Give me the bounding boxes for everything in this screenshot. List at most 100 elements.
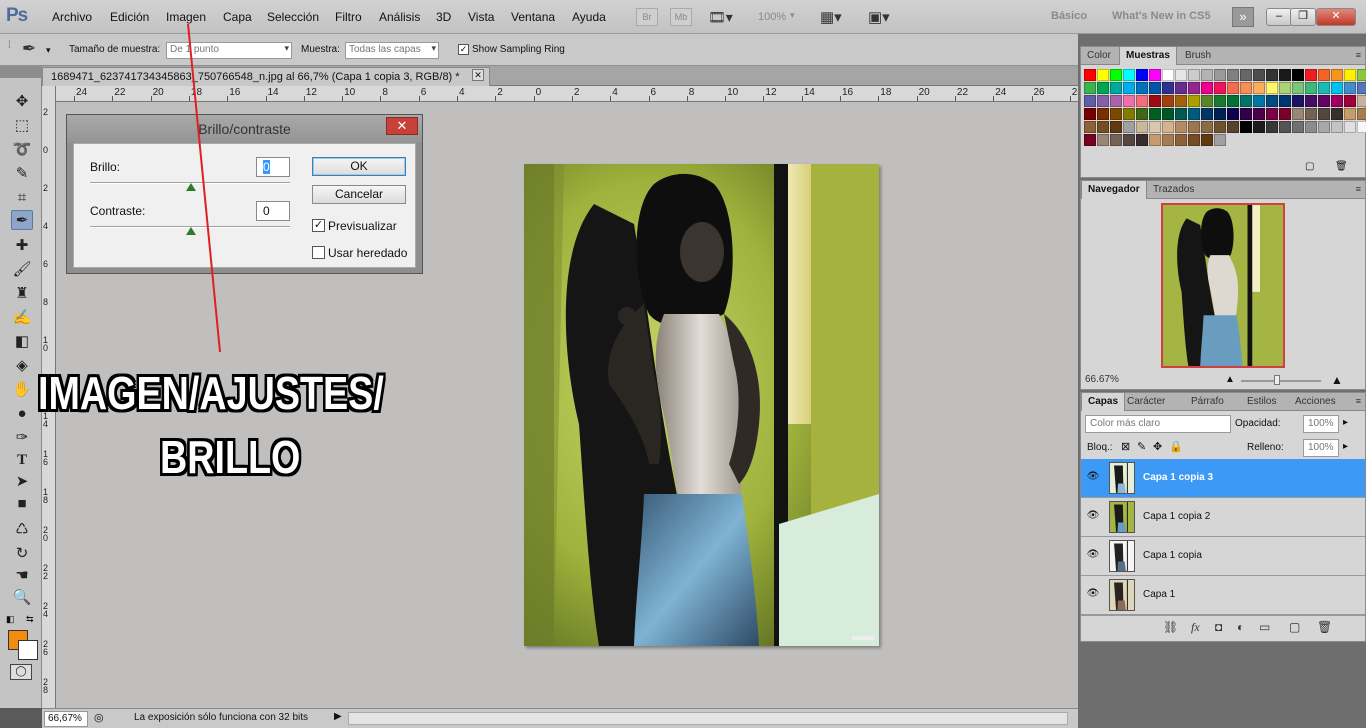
- lock-all-icon[interactable]: 🔒: [1169, 440, 1183, 453]
- color-swatch[interactable]: [1162, 82, 1174, 94]
- background-color-swatch[interactable]: [18, 640, 38, 660]
- tab-estilos[interactable]: Estilos: [1241, 393, 1282, 411]
- rectangle-tool-icon[interactable]: ■: [11, 494, 33, 514]
- fill-field[interactable]: 100%: [1303, 439, 1339, 457]
- color-swatch[interactable]: [1292, 95, 1304, 107]
- brush-tool-icon[interactable]: 🖌: [11, 260, 33, 280]
- zoom-tool-icon[interactable]: 🔍: [11, 588, 33, 608]
- menu-filtro[interactable]: Filtro: [335, 10, 362, 24]
- preview-checkbox[interactable]: ✓: [312, 219, 325, 232]
- color-swatch[interactable]: [1084, 95, 1096, 107]
- menu-capa[interactable]: Capa: [223, 10, 252, 24]
- clone-stamp-tool-icon[interactable]: ♜: [11, 284, 33, 304]
- paint-bucket-tool-icon[interactable]: ◈: [11, 356, 33, 376]
- color-swatch[interactable]: [1110, 82, 1122, 94]
- color-swatch[interactable]: [1136, 108, 1148, 120]
- bridge-button[interactable]: Br: [636, 8, 658, 26]
- workspace-whats-new[interactable]: What's New in CS5: [1112, 10, 1211, 22]
- adjustment-layer-icon[interactable]: ◐: [1237, 620, 1244, 634]
- color-swatch[interactable]: [1136, 82, 1148, 94]
- 3d-orbit-tool-icon[interactable]: ↻: [11, 544, 33, 564]
- eraser-tool-icon[interactable]: ◧: [11, 332, 33, 352]
- color-swatch[interactable]: [1110, 134, 1122, 146]
- quick-selection-tool-icon[interactable]: ✎: [11, 164, 33, 184]
- color-swatch[interactable]: [1344, 108, 1356, 120]
- lasso-tool-icon[interactable]: ➰: [11, 140, 33, 160]
- menu-seleccion[interactable]: Selección: [267, 10, 319, 24]
- new-layer-icon[interactable]: ▢: [1289, 620, 1300, 634]
- color-swatch[interactable]: [1357, 95, 1366, 107]
- panel-menu-icon[interactable]: ≡: [1356, 50, 1361, 60]
- contrast-slider-thumb[interactable]: [186, 227, 196, 235]
- opacity-field[interactable]: 100%: [1303, 415, 1339, 433]
- eye-icon[interactable]: 👁: [1086, 588, 1100, 600]
- pen-tool-icon[interactable]: ✑: [11, 428, 33, 448]
- add-mask-icon[interactable]: ◘: [1215, 620, 1222, 634]
- color-swatch[interactable]: [1240, 95, 1252, 107]
- color-swatch[interactable]: [1240, 108, 1252, 120]
- lock-transparency-icon[interactable]: ⊠: [1121, 440, 1130, 453]
- color-swatch[interactable]: [1253, 121, 1265, 133]
- menu-vista[interactable]: Vista: [468, 10, 494, 24]
- cancel-button[interactable]: Cancelar: [312, 185, 406, 204]
- color-swatch[interactable]: [1214, 108, 1226, 120]
- ok-button[interactable]: OK: [312, 157, 406, 176]
- color-swatch[interactable]: [1279, 121, 1291, 133]
- color-swatch[interactable]: [1344, 82, 1356, 94]
- tab-acciones[interactable]: Acciones: [1289, 393, 1342, 411]
- navigator-thumbnail[interactable]: [1161, 203, 1285, 368]
- color-swatch[interactable]: [1149, 95, 1161, 107]
- more-workspaces-icon[interactable]: »: [1232, 7, 1254, 27]
- burn-tool-icon[interactable]: ●: [11, 404, 33, 424]
- color-swatch[interactable]: [1253, 95, 1265, 107]
- color-swatch[interactable]: [1110, 121, 1122, 133]
- document-image[interactable]: [524, 164, 879, 646]
- lock-pixels-icon[interactable]: ✎: [1137, 440, 1146, 453]
- arrange-documents-icon[interactable]: ▦▾: [820, 8, 842, 26]
- color-swatch[interactable]: [1175, 95, 1187, 107]
- film-strip-icon[interactable]: 🎞▾: [708, 9, 733, 26]
- color-swatch[interactable]: [1266, 69, 1278, 81]
- fill-arrow-icon[interactable]: ▸: [1343, 441, 1348, 452]
- color-swatch[interactable]: [1305, 82, 1317, 94]
- color-swatch[interactable]: [1240, 121, 1252, 133]
- color-swatch[interactable]: [1175, 121, 1187, 133]
- color-swatch[interactable]: [1097, 69, 1109, 81]
- color-swatch[interactable]: [1357, 108, 1366, 120]
- color-swatch[interactable]: [1201, 108, 1213, 120]
- brightness-slider-thumb[interactable]: [186, 183, 196, 191]
- swatch-grid[interactable]: [1084, 69, 1366, 146]
- workspace-basico[interactable]: Básico: [1051, 10, 1087, 22]
- color-swatch[interactable]: [1357, 121, 1366, 133]
- link-layers-icon[interactable]: ⛓: [1163, 620, 1178, 634]
- color-swatch[interactable]: [1149, 121, 1161, 133]
- color-swatch[interactable]: [1253, 82, 1265, 94]
- color-swatch[interactable]: [1188, 121, 1200, 133]
- path-selection-tool-icon[interactable]: ➤: [11, 472, 33, 492]
- layer-row[interactable]: 👁 Capa 1: [1081, 576, 1365, 615]
- color-swatch[interactable]: [1123, 121, 1135, 133]
- eye-icon[interactable]: 👁: [1086, 510, 1100, 522]
- zoom-out-icon[interactable]: ▲: [1225, 374, 1235, 385]
- zoom-level-select[interactable]: 100%: [758, 11, 786, 23]
- color-swatch[interactable]: [1331, 69, 1343, 81]
- swap-colors-icon[interactable]: ⇆: [26, 614, 34, 625]
- color-swatch[interactable]: [1149, 69, 1161, 81]
- dodge-tool-icon[interactable]: ✋: [11, 380, 33, 400]
- color-swatch[interactable]: [1344, 69, 1356, 81]
- 3d-rotate-tool-icon[interactable]: ♺: [11, 520, 33, 540]
- tab-color[interactable]: Color: [1081, 47, 1117, 65]
- tab-brush[interactable]: Brush: [1179, 47, 1217, 65]
- color-swatch[interactable]: [1344, 95, 1356, 107]
- brightness-input[interactable]: 0: [256, 157, 290, 177]
- default-colors-icon[interactable]: ◧: [6, 614, 15, 625]
- color-swatch[interactable]: [1162, 69, 1174, 81]
- color-swatch[interactable]: [1292, 108, 1304, 120]
- tab-trazados[interactable]: Trazados: [1147, 181, 1200, 199]
- color-swatch[interactable]: [1279, 82, 1291, 94]
- color-swatch[interactable]: [1110, 108, 1122, 120]
- status-info-icon[interactable]: ◎: [94, 711, 104, 724]
- color-swatch[interactable]: [1331, 121, 1343, 133]
- color-swatch[interactable]: [1097, 134, 1109, 146]
- status-zoom-field[interactable]: 66,67%: [44, 711, 88, 727]
